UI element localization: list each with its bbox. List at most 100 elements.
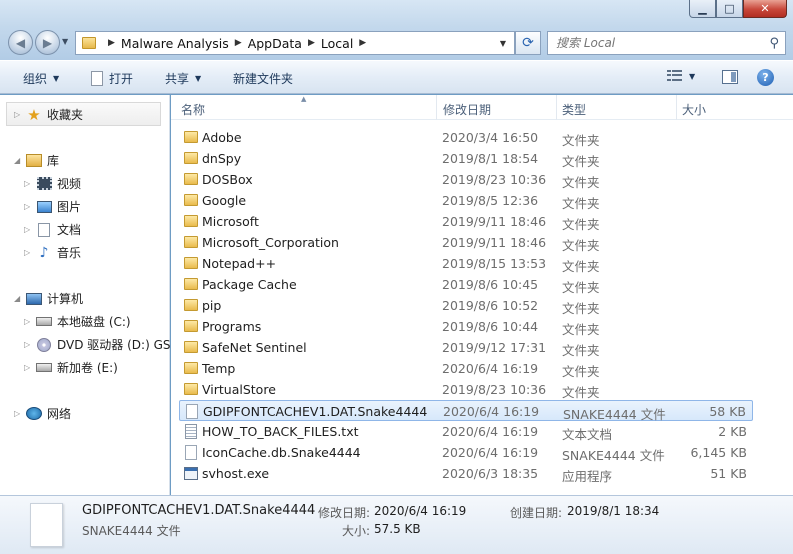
nav-network[interactable]: ▷ 网络 <box>14 405 71 422</box>
recent-pages-dropdown[interactable]: ▼ <box>62 37 68 46</box>
nav-local-disk[interactable]: ▷ 本地磁盘 (C:) <box>24 313 131 330</box>
file-row[interactable]: Adobe 2020/3/4 16:50 文件夹 <box>179 127 753 148</box>
folder-icon <box>184 341 198 353</box>
collapse-icon[interactable]: ◢ <box>14 294 24 303</box>
column-divider[interactable] <box>556 95 557 120</box>
address-bar[interactable]: ▶ Malware Analysis ▶ AppData ▶ Local ▶ ▼ <box>75 31 515 55</box>
file-type: 文件夹 <box>562 238 600 253</box>
file-modified-date: 2020/6/4 16:19 <box>443 404 540 419</box>
file-row[interactable]: GDIPFONTCACHEV1.DAT.Snake4444 2020/6/4 16… <box>179 400 753 422</box>
document-icon <box>38 222 50 237</box>
expand-icon[interactable]: ▷ <box>14 409 24 418</box>
address-dropdown-icon[interactable]: ▼ <box>500 39 506 48</box>
file-row[interactable]: dnSpy 2019/8/1 18:54 文件夹 <box>179 148 753 169</box>
search-input[interactable] <box>556 36 756 50</box>
file-row[interactable]: Google 2019/8/5 12:36 文件夹 <box>179 190 753 211</box>
file-row[interactable]: Temp 2020/6/4 16:19 文件夹 <box>179 358 753 379</box>
expand-icon[interactable]: ▷ <box>24 248 34 257</box>
file-icon <box>186 404 198 419</box>
new-folder-button[interactable]: 新建文件夹 <box>233 70 293 87</box>
file-type: 文件夹 <box>562 364 600 379</box>
file-type: 文本文档 <box>562 427 613 442</box>
help-button[interactable]: ? <box>757 69 774 86</box>
nav-pictures[interactable]: ▷ 图片 <box>24 198 81 215</box>
file-row[interactable]: Package Cache 2019/8/6 10:45 文件夹 <box>179 274 753 295</box>
nav-favorites[interactable]: ▷ ★ 收藏夹 <box>14 106 83 124</box>
nav-new-volume[interactable]: ▷ 新加卷 (E:) <box>24 359 118 376</box>
navigation-row: ◀ ▶ ▼ ▶ Malware Analysis ▶ AppData ▶ Loc… <box>0 29 793 55</box>
collapse-icon[interactable]: ◢ <box>14 156 24 165</box>
chevron-right-icon[interactable]: ▶ <box>308 38 315 48</box>
window-controls: ▁ □ ✕ <box>689 0 787 18</box>
file-modified-date: 2019/8/15 13:53 <box>442 256 547 271</box>
file-row[interactable]: Notepad++ 2019/8/15 13:53 文件夹 <box>179 253 753 274</box>
column-header-name[interactable]: 名称 <box>181 101 205 118</box>
file-name: Adobe <box>202 130 242 145</box>
nav-music[interactable]: ▷ ♪ 音乐 <box>24 244 81 261</box>
nav-dvd-drive[interactable]: ▷ DVD 驱动器 (D:) GS <box>24 336 171 353</box>
file-row[interactable]: SafeNet Sentinel 2019/9/12 17:31 文件夹 <box>179 337 753 358</box>
breadcrumb-appdata[interactable]: AppData <box>248 36 302 51</box>
open-button[interactable]: 打开 <box>91 70 133 87</box>
file-type: 文件夹 <box>562 217 600 232</box>
breadcrumb-malware-analysis[interactable]: Malware Analysis <box>121 36 229 51</box>
search-icon[interactable]: ⚲ <box>769 36 779 51</box>
minimize-button[interactable]: ▁ <box>689 0 716 18</box>
file-row[interactable]: DOSBox 2019/8/23 10:36 文件夹 <box>179 169 753 190</box>
drive-icon <box>36 317 52 326</box>
nav-libraries[interactable]: ◢ 库 <box>14 152 59 169</box>
command-bar: 组织 ▼ 打开 共享 ▼ 新建文件夹 ▼ ? <box>0 60 793 94</box>
expand-icon[interactable]: ▷ <box>24 225 34 234</box>
search-box[interactable]: ⚲ <box>547 31 786 55</box>
minimize-icon: ▁ <box>698 2 707 15</box>
file-modified-date: 2019/8/23 10:36 <box>442 382 547 397</box>
expand-icon[interactable]: ▷ <box>24 363 34 372</box>
chevron-right-icon[interactable]: ▶ <box>359 38 366 48</box>
nav-videos[interactable]: ▷ 视频 <box>24 175 81 192</box>
folder-icon <box>184 320 198 332</box>
column-header-type[interactable]: 类型 <box>562 101 586 118</box>
expand-icon[interactable]: ▷ <box>24 340 34 349</box>
chevron-right-icon[interactable]: ▶ <box>108 38 115 48</box>
preview-pane-button[interactable] <box>722 70 738 84</box>
file-row[interactable]: IconCache.db.Snake4444 2020/6/4 16:19 SNAK… <box>179 442 753 463</box>
forward-button[interactable]: ▶ <box>35 30 60 55</box>
nav-documents[interactable]: ▷ 文档 <box>24 221 81 238</box>
refresh-button[interactable]: ⟳ <box>515 31 541 55</box>
file-row[interactable]: Microsoft 2019/9/11 18:46 文件夹 <box>179 211 753 232</box>
details-modified-value: 2020/6/4 16:19 <box>374 504 467 518</box>
folder-icon <box>184 215 198 227</box>
file-type: 文件夹 <box>562 385 600 400</box>
file-row[interactable]: HOW_TO_BACK_FILES.txt 2020/6/4 16:19 文本文档 2… <box>179 421 753 442</box>
file-thumbnail-icon <box>30 503 63 547</box>
breadcrumb-local[interactable]: Local <box>321 36 353 51</box>
file-row[interactable]: Programs 2019/8/6 10:44 文件夹 <box>179 316 753 337</box>
share-button[interactable]: 共享 ▼ <box>165 70 201 87</box>
column-divider[interactable] <box>436 95 437 120</box>
back-button[interactable]: ◀ <box>8 30 33 55</box>
nav-computer[interactable]: ◢ 计算机 <box>14 290 83 307</box>
file-modified-date: 2020/6/4 16:19 <box>442 445 539 460</box>
change-view-button[interactable]: ▼ <box>667 70 695 82</box>
dvd-icon <box>37 337 51 352</box>
expand-icon[interactable]: ▷ <box>24 179 34 188</box>
organize-button[interactable]: 组织 ▼ <box>23 70 59 87</box>
expand-icon[interactable]: ▷ <box>24 202 34 211</box>
expand-icon[interactable]: ▷ <box>24 317 34 326</box>
details-file-name: GDIPFONTCACHEV1.DAT.Snake4444 <box>82 503 316 518</box>
details-size-label: 大小: <box>342 524 371 538</box>
file-row[interactable]: svhost.exe 2020/6/3 18:35 应用程序 51 KB <box>179 463 753 484</box>
column-divider[interactable] <box>676 95 677 120</box>
column-header-modified[interactable]: 修改日期 <box>443 101 491 118</box>
file-modified-date: 2019/8/6 10:45 <box>442 277 539 292</box>
chevron-right-icon[interactable]: ▶ <box>235 38 242 48</box>
file-row[interactable]: Microsoft_Corporation 2019/9/11 18:46 文件夹 <box>179 232 753 253</box>
close-button[interactable]: ✕ <box>743 0 787 18</box>
file-row[interactable]: VirtualStore 2019/8/23 10:36 文件夹 <box>179 379 753 400</box>
file-row[interactable]: pip 2019/8/6 10:52 文件夹 <box>179 295 753 316</box>
column-header-size[interactable]: 大小 <box>682 101 706 118</box>
expand-icon[interactable]: ▷ <box>14 110 24 119</box>
folder-icon <box>82 37 96 49</box>
maximize-button[interactable]: □ <box>716 0 743 18</box>
details-size-value: 57.5 KB <box>374 522 421 536</box>
